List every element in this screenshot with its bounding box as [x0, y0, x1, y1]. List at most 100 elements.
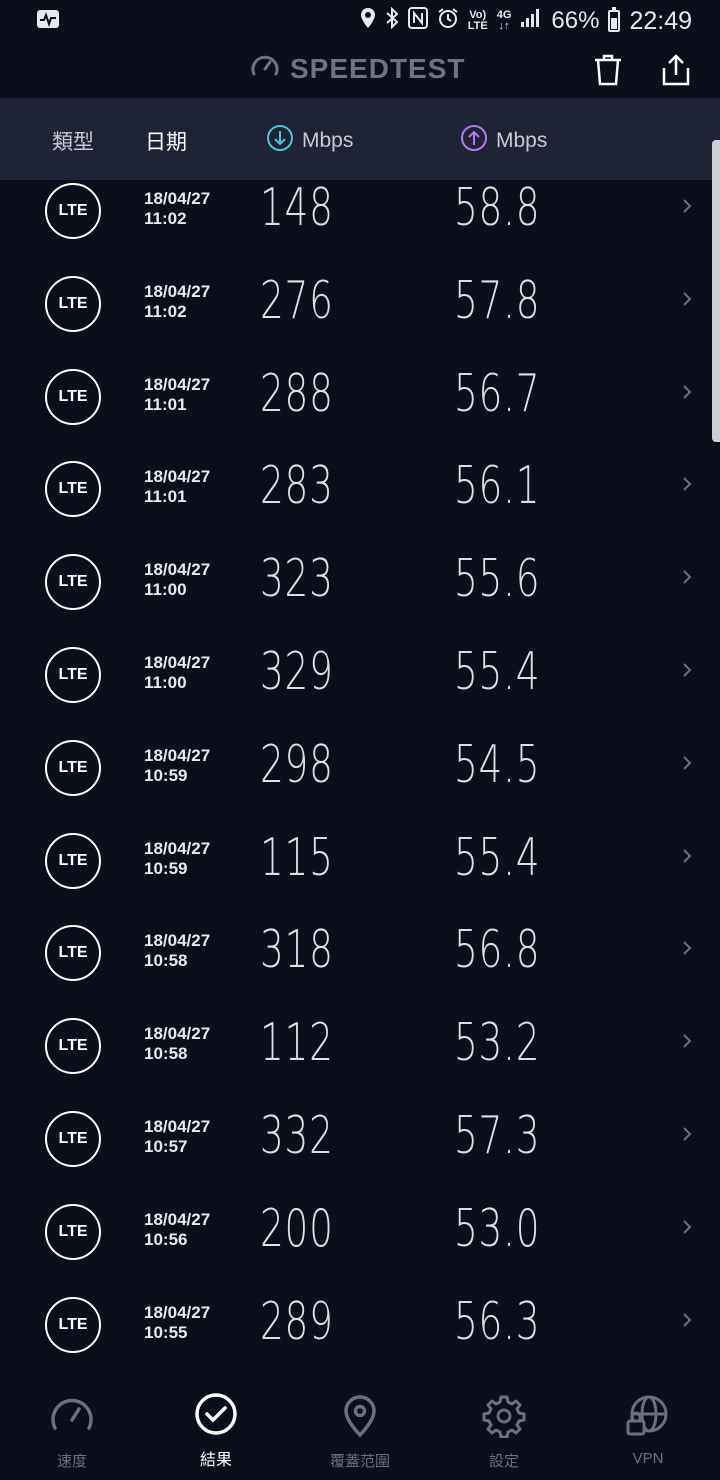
connection-type: LTE [58, 1316, 88, 1333]
download-speed: 288 [260, 364, 334, 424]
chevron-right-icon [681, 1217, 693, 1243]
nav-results-label: 結果 [199, 1452, 232, 1469]
connection-type: LTE [58, 666, 88, 683]
delete-button[interactable] [588, 52, 628, 92]
connection-type: LTE [58, 852, 88, 869]
nav-settings[interactable]: 設定 [432, 1370, 576, 1480]
sort-date[interactable]: 日期 [145, 126, 187, 156]
result-time: 10:59 [144, 766, 188, 785]
battery-percent: 66% [551, 7, 600, 34]
result-row[interactable]: LTE 18/04/27 11:00 323 55.6 [0, 535, 720, 628]
result-time: 11:01 [144, 395, 187, 414]
result-row[interactable]: LTE 18/04/27 10:59 298 54.5 [0, 721, 720, 814]
result-row[interactable]: LTE 18/04/27 10:58 112 53.2 [0, 999, 720, 1092]
result-time: 11:02 [144, 209, 187, 228]
result-time: 10:58 [144, 951, 188, 970]
nav-coverage[interactable]: 覆蓋范圍 [288, 1370, 432, 1480]
app-header: SPEEDTEST [0, 42, 720, 98]
chevron-right-icon [681, 382, 693, 408]
download-speed: 298 [260, 735, 334, 795]
share-button[interactable] [656, 52, 696, 92]
check-circle-icon [194, 1392, 238, 1441]
download-speed: 289 [260, 1292, 334, 1352]
download-speed: 200 [260, 1199, 334, 1259]
bluetooth-icon [385, 6, 399, 36]
result-row[interactable]: LTE 18/04/27 11:01 288 56.7 [0, 350, 720, 443]
result-time: 10:57 [144, 1137, 188, 1156]
sort-download[interactable]: Mbps [266, 124, 353, 158]
download-speed: 148 [260, 180, 334, 238]
connection-type: LTE [58, 759, 88, 776]
connection-type: LTE [58, 202, 88, 219]
location-icon [360, 7, 376, 36]
sort-type[interactable]: 類型 [52, 126, 94, 156]
result-date: 18/04/27 [144, 1210, 211, 1229]
result-date: 18/04/27 [144, 560, 211, 579]
result-time: 11:02 [144, 302, 187, 321]
scrollbar[interactable] [712, 140, 720, 442]
connection-type-badge: LTE [45, 1111, 101, 1167]
result-row[interactable]: LTE 18/04/27 10:59 115 55.4 [0, 814, 720, 907]
nav-results[interactable]: 結果 [144, 1370, 288, 1480]
result-date: 18/04/27 [144, 375, 211, 394]
result-date: 18/04/27 [144, 467, 211, 486]
sort-upload[interactable]: Mbps [460, 124, 547, 158]
results-list[interactable]: LTE 18/04/27 11:02 148 58.8 LTE 18/04/27 11:02 2… [0, 180, 720, 1370]
status-bar: Vo) LTE 4G ↓↑ 66% 22:49 [0, 0, 720, 42]
result-row[interactable]: LTE 18/04/27 10:57 332 57.3 [0, 1092, 720, 1185]
connection-type-badge: LTE [45, 1204, 101, 1260]
connection-type: LTE [58, 388, 88, 405]
nav-speed[interactable]: 速度 [0, 1370, 144, 1480]
upload-icon [460, 124, 488, 158]
result-time: 10:56 [144, 1230, 188, 1249]
download-speed: 276 [260, 271, 334, 331]
result-row[interactable]: LTE 18/04/27 11:02 148 58.8 [0, 180, 720, 257]
upload-speed: 56.8 [454, 920, 541, 980]
connection-type: LTE [58, 1223, 88, 1240]
upload-speed: 58.8 [454, 180, 541, 238]
chevron-right-icon [681, 196, 693, 222]
speedometer-icon [50, 1394, 94, 1439]
chevron-right-icon [681, 846, 693, 872]
result-datetime: 18/04/27 10:59 [144, 839, 210, 879]
connection-type: LTE [58, 1037, 88, 1054]
result-date: 18/04/27 [144, 1303, 211, 1322]
result-date: 18/04/27 [144, 746, 211, 765]
download-speed: 332 [260, 1106, 334, 1166]
download-speed: 115 [260, 828, 334, 888]
result-row[interactable]: LTE 18/04/27 11:01 283 56.1 [0, 442, 720, 535]
connection-type-badge: LTE [45, 183, 101, 239]
download-speed: 318 [260, 920, 334, 980]
result-time: 10:59 [144, 859, 188, 878]
connection-type: LTE [58, 295, 88, 312]
connection-type: LTE [58, 944, 88, 961]
trash-icon [593, 54, 623, 91]
upload-speed: 55.4 [454, 642, 541, 702]
nav-coverage-label: 覆蓋范圍 [329, 1453, 390, 1470]
connection-type-badge: LTE [45, 740, 101, 796]
result-datetime: 18/04/27 11:01 [144, 467, 210, 507]
connection-type-badge: LTE [45, 925, 101, 981]
gear-icon [482, 1394, 526, 1443]
upload-speed: 56.1 [454, 456, 541, 516]
nav-vpn[interactable]: VPN [576, 1370, 720, 1480]
result-row[interactable]: LTE 18/04/27 10:56 200 53.0 [0, 1185, 720, 1278]
upload-speed: 55.6 [454, 549, 541, 609]
connection-type-badge: LTE [45, 461, 101, 517]
download-speed: 112 [260, 1013, 334, 1073]
brand-name: SPEEDTEST [290, 52, 466, 84]
result-row[interactable]: LTE 18/04/27 10:55 289 56.3 [0, 1278, 720, 1370]
result-row[interactable]: LTE 18/04/27 10:58 318 56.8 [0, 906, 720, 999]
result-datetime: 18/04/27 11:02 [144, 189, 210, 229]
chevron-right-icon [681, 474, 693, 500]
upload-speed: 57.3 [454, 1106, 541, 1166]
chevron-right-icon [681, 753, 693, 779]
result-datetime: 18/04/27 10:58 [144, 931, 210, 971]
download-unit: Mbps [302, 129, 354, 152]
connection-type-badge: LTE [45, 1297, 101, 1353]
upload-speed: 56.3 [454, 1292, 541, 1352]
result-row[interactable]: LTE 18/04/27 11:00 329 55.4 [0, 628, 720, 721]
alarm-icon [437, 7, 459, 36]
chevron-right-icon [681, 1031, 693, 1057]
result-row[interactable]: LTE 18/04/27 11:02 276 57.8 [0, 257, 720, 350]
